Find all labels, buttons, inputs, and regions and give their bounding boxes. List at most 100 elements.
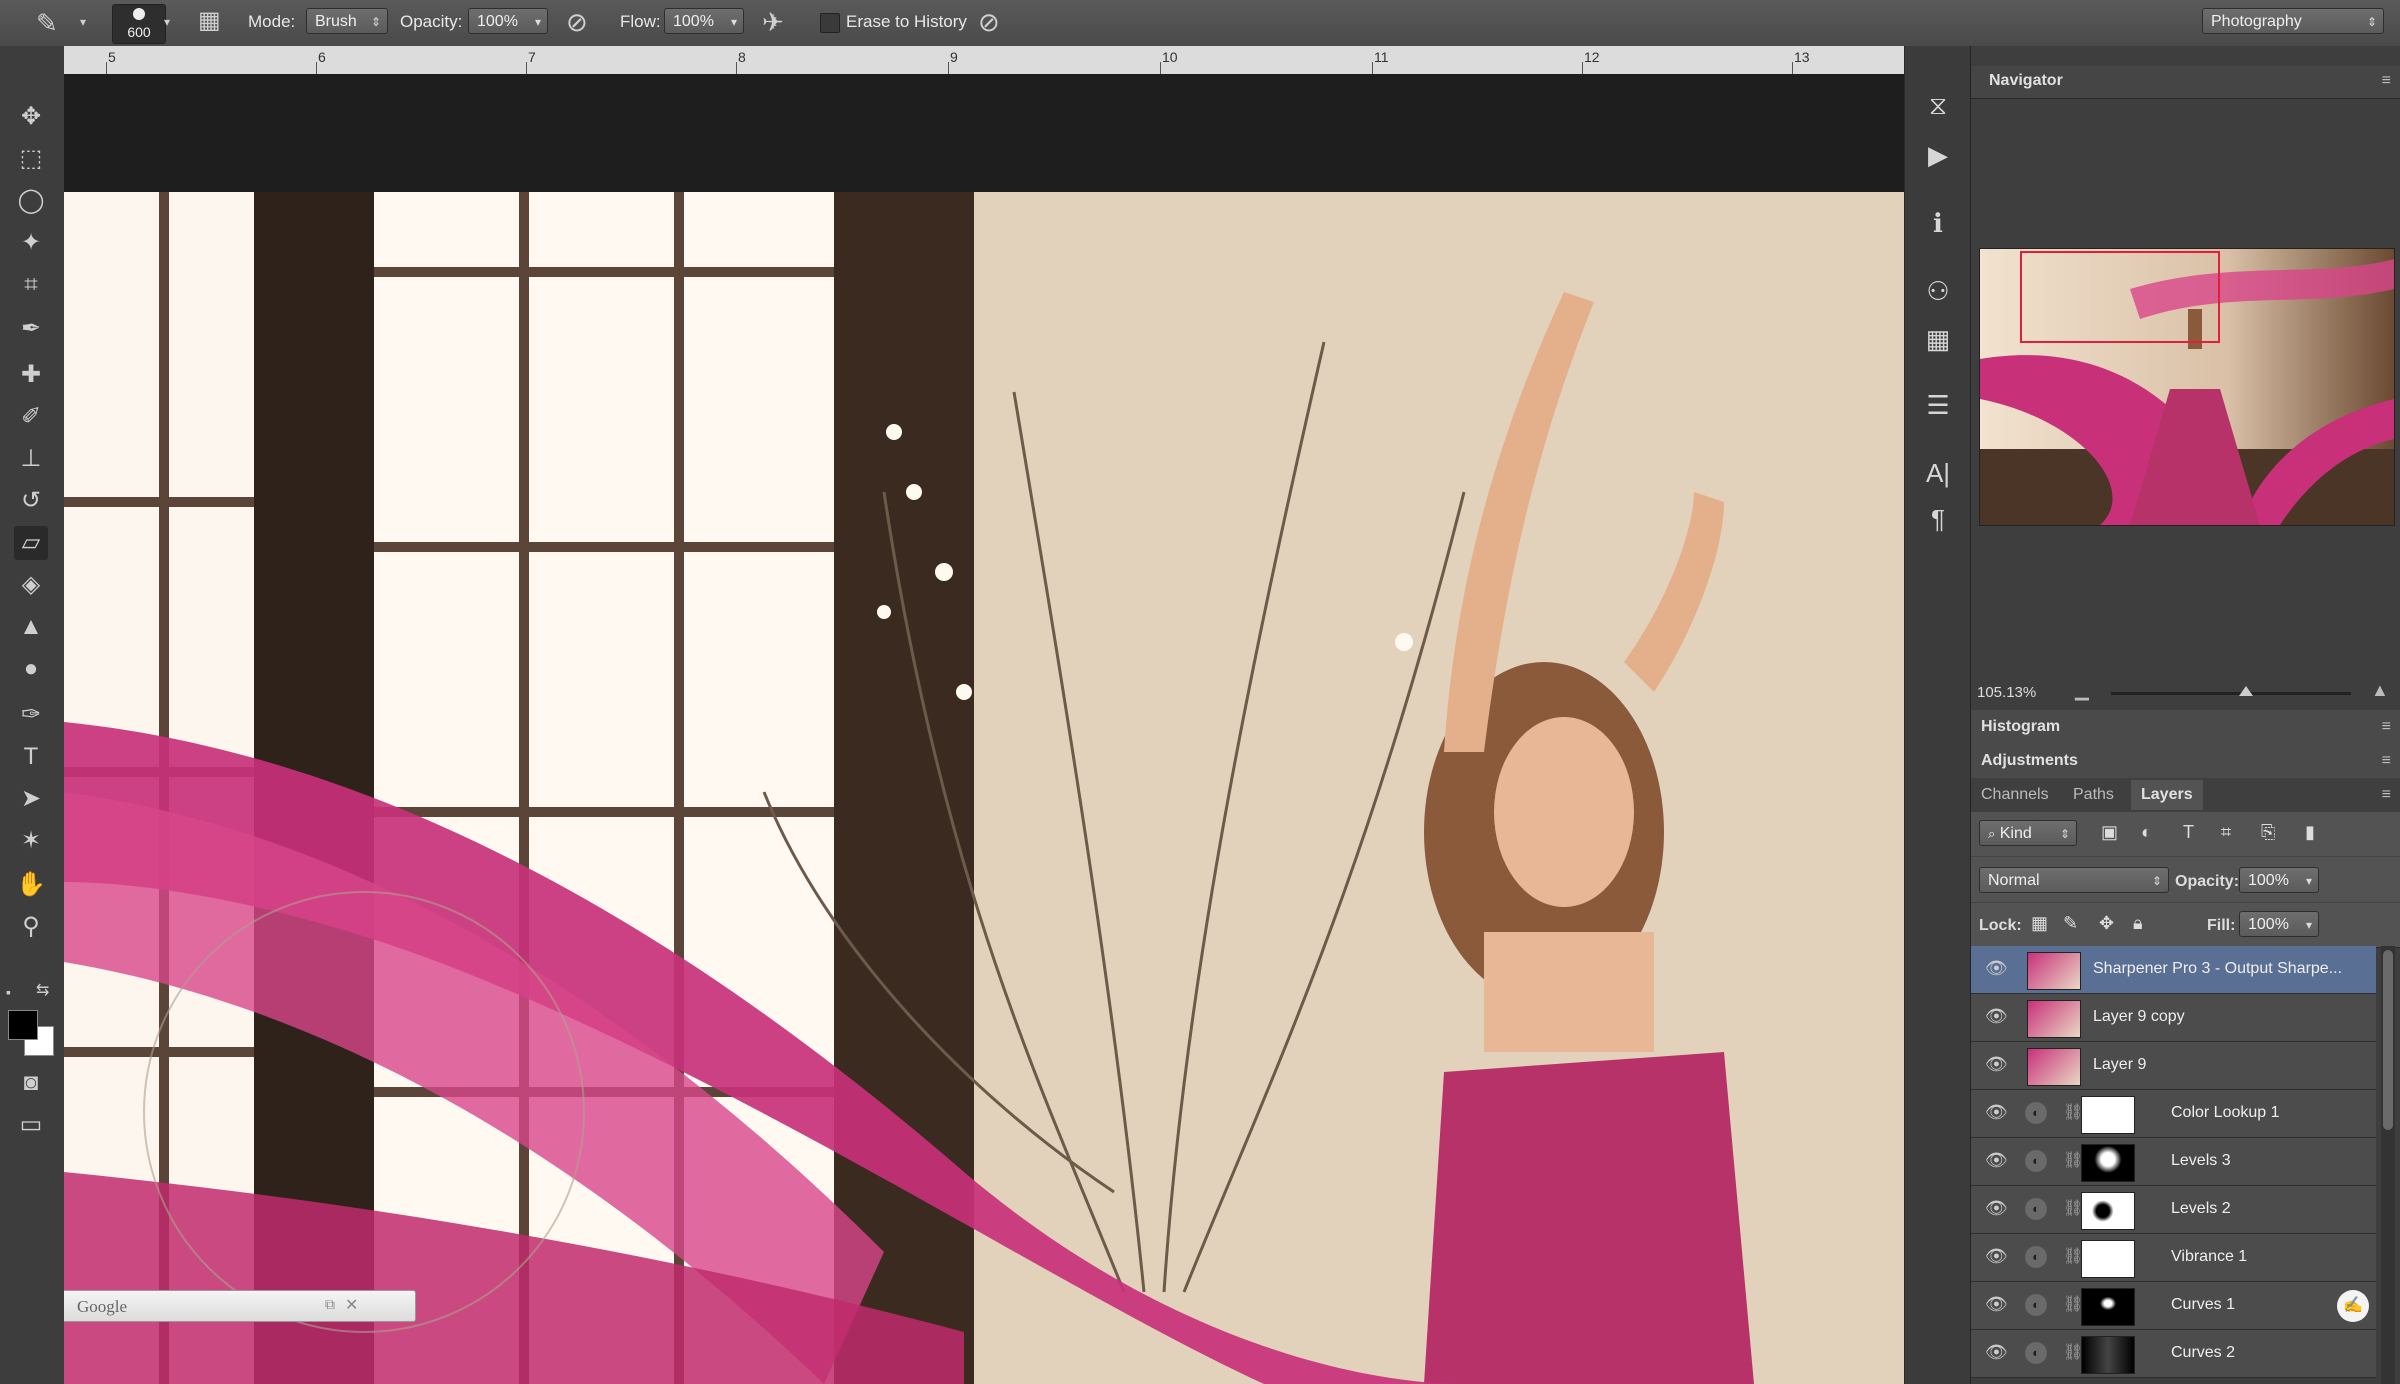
brush-size-picker[interactable]: 600 bbox=[112, 4, 166, 44]
visibility-eye-icon[interactable]: 👁︎ bbox=[1985, 1102, 2008, 1123]
navigator-zoom-value[interactable]: 105.13% bbox=[1977, 684, 2036, 701]
zoom-in-icon[interactable]: ▲ bbox=[2371, 680, 2389, 701]
quick-mask-icon[interactable]: ◙ bbox=[14, 1066, 48, 1100]
panel-menu-icon[interactable]: ≡ bbox=[2382, 718, 2391, 736]
layer-row[interactable]: 👁︎ ◐ ⛓︎ Curves 1 ✍ bbox=[1971, 1282, 2376, 1330]
filter-toggle-icon[interactable]: ▮ bbox=[2305, 822, 2315, 843]
resize-icon[interactable]: ⧉ bbox=[325, 1296, 335, 1313]
move-tool-icon[interactable]: ✥ bbox=[14, 100, 48, 134]
navigator-tab[interactable]: Navigator bbox=[1979, 66, 2073, 96]
default-colors-icon[interactable]: ▪ bbox=[6, 984, 11, 1000]
marquee-tool-icon[interactable]: ⬚ bbox=[14, 142, 48, 176]
brush-panel-toggle-icon[interactable]: ▦ bbox=[198, 9, 221, 33]
quick-selection-tool-icon[interactable]: ✦ bbox=[14, 226, 48, 260]
eyedropper-tool-icon[interactable]: ✒ bbox=[14, 312, 48, 346]
screen-mode-icon[interactable]: ▭ bbox=[14, 1108, 48, 1142]
zoom-slider[interactable] bbox=[2111, 686, 2351, 696]
navigator-view-box[interactable] bbox=[2020, 251, 2220, 343]
healing-brush-tool-icon[interactable]: ✚ bbox=[14, 358, 48, 392]
crop-tool-icon[interactable]: ⌗ bbox=[14, 268, 48, 302]
preset-dropdown-arrow-icon[interactable]: ▾ bbox=[80, 16, 86, 28]
actions-play-icon[interactable]: ▶ bbox=[1921, 138, 1955, 172]
hand-tool-icon[interactable]: ✋ bbox=[14, 868, 48, 902]
zoom-slider-handle[interactable] bbox=[2239, 686, 2253, 696]
tab-paths[interactable]: Paths bbox=[2063, 780, 2124, 810]
info-icon[interactable]: ℹ bbox=[1921, 206, 1955, 240]
foreground-color-swatch[interactable] bbox=[8, 1010, 38, 1040]
visibility-eye-icon[interactable]: 👁︎ bbox=[1985, 1054, 2008, 1075]
layers-scrollbar[interactable] bbox=[2381, 946, 2395, 1384]
clone-stamp-tool-icon[interactable]: ⊥ bbox=[14, 442, 48, 476]
lock-position-icon[interactable]: ✥ bbox=[2099, 913, 2114, 934]
lock-pixels-icon[interactable]: ✎ bbox=[2063, 913, 2078, 934]
brush-picker-arrow-icon[interactable]: ▾ bbox=[164, 16, 170, 28]
blend-mode-select[interactable]: Normal ⇕ bbox=[1979, 867, 2169, 893]
lock-all-icon[interactable]: 🔒︎ bbox=[2133, 913, 2143, 934]
custom-shape-tool-icon[interactable]: ✶ bbox=[14, 824, 48, 858]
type-tool-icon[interactable]: T bbox=[14, 740, 48, 774]
zoom-tool-icon[interactable]: ⚲ bbox=[14, 910, 48, 944]
google-search-bar[interactable]: Google ⧉ ✕ bbox=[64, 1290, 416, 1322]
history-panel-icon[interactable]: ⧖ bbox=[1921, 88, 1955, 122]
layer-row[interactable]: 👁︎ ◐ ⛓︎ Levels 3 bbox=[1971, 1138, 2376, 1186]
layer-row[interactable]: 👁︎ ◐ ⛓︎ Curves 2 bbox=[1971, 1330, 2376, 1378]
filter-kind-select[interactable]: ⌕ Kind ⇕ bbox=[1979, 820, 2077, 846]
filter-smart-object-icon[interactable]: ⎘ bbox=[2261, 822, 2275, 843]
dodge-tool-icon[interactable]: ● bbox=[14, 652, 48, 686]
visibility-eye-icon[interactable]: 👁︎ bbox=[1985, 1150, 2008, 1171]
visibility-eye-icon[interactable]: 👁︎ bbox=[1985, 958, 2008, 979]
visibility-eye-icon[interactable]: 👁︎ bbox=[1985, 1006, 2008, 1027]
flow-field[interactable]: 100% ▾ bbox=[664, 8, 744, 34]
layer-row[interactable]: 👁︎ ◐ ⛓︎ Levels 2 bbox=[1971, 1186, 2376, 1234]
layers-scrollbar-thumb[interactable] bbox=[2383, 950, 2393, 1130]
document-canvas[interactable]: Google ⧉ ✕ bbox=[64, 74, 1904, 1384]
fill-field[interactable]: 100% ▾ bbox=[2239, 911, 2319, 937]
path-selection-tool-icon[interactable]: ➤ bbox=[14, 782, 48, 816]
close-icon[interactable]: ✕ bbox=[345, 1295, 358, 1315]
tab-layers[interactable]: Layers bbox=[2131, 780, 2203, 810]
paragraph-panel-icon[interactable]: ¶ bbox=[1921, 502, 1955, 536]
layer-row[interactable]: 👁︎ ◐ ⛓︎ Vibrance 1 bbox=[1971, 1234, 2376, 1282]
airbrush-icon[interactable]: ✈ bbox=[762, 9, 784, 35]
lasso-tool-icon[interactable]: ◯ bbox=[14, 184, 48, 218]
pen-tool-icon[interactable]: ✑ bbox=[14, 698, 48, 732]
blur-tool-icon[interactable]: ▲ bbox=[14, 610, 48, 644]
visibility-eye-icon[interactable]: 👁︎ bbox=[1985, 1198, 2008, 1219]
zoom-out-icon[interactable]: ▁ bbox=[2075, 680, 2089, 701]
visibility-eye-icon[interactable]: 👁︎ bbox=[1985, 1342, 2008, 1363]
filter-pixel-icon[interactable]: ▣ bbox=[2101, 822, 2118, 843]
layer-row[interactable]: 👁︎ Layer 9 bbox=[1971, 1042, 2376, 1090]
adjustments-tab[interactable]: Adjustments bbox=[1971, 746, 2088, 776]
eraser-tool-preset-icon[interactable]: ✎ bbox=[36, 10, 58, 36]
filter-shape-icon[interactable]: ⌗ bbox=[2221, 822, 2231, 843]
layer-row-selected[interactable]: 👁︎ Sharpener Pro 3 - Output Sharpe... bbox=[1971, 946, 2376, 994]
3d-panel-icon[interactable]: ⚇ bbox=[1921, 274, 1955, 308]
pressure-opacity-icon[interactable]: ⊘ bbox=[566, 9, 588, 35]
erase-to-history-checkbox[interactable] bbox=[820, 13, 840, 33]
visibility-eye-icon[interactable]: 👁︎ bbox=[1985, 1294, 2008, 1315]
filter-type-icon[interactable]: T bbox=[2183, 822, 2194, 843]
layer-row[interactable]: 👁︎ Layer 9 copy bbox=[1971, 994, 2376, 1042]
brush-tool-icon[interactable]: ✐ bbox=[14, 400, 48, 434]
panel-menu-icon[interactable]: ≡ bbox=[2382, 752, 2391, 770]
histogram-tab[interactable]: Histogram bbox=[1971, 712, 2070, 742]
pressure-size-icon[interactable]: ⊘ bbox=[978, 9, 1000, 35]
character-panel-icon[interactable]: A| bbox=[1921, 456, 1955, 490]
filter-adjustment-icon[interactable]: ◐ bbox=[2141, 822, 2152, 843]
swap-colors-icon[interactable]: ⇆ bbox=[36, 980, 49, 1000]
workspace-switcher[interactable]: Photography ⇕ bbox=[2202, 8, 2384, 34]
layer-opacity-field[interactable]: 100% ▾ bbox=[2239, 867, 2319, 893]
properties-panel-icon[interactable]: ☰ bbox=[1921, 388, 1955, 422]
visibility-eye-icon[interactable]: 👁︎ bbox=[1985, 1246, 2008, 1267]
navigator-thumbnail[interactable] bbox=[1979, 248, 2395, 526]
opacity-field[interactable]: 100% ▾ bbox=[468, 8, 548, 34]
layer-row[interactable]: 👁︎ ◐ ⛓︎ Color Lookup 1 bbox=[1971, 1090, 2376, 1138]
photo-canvas-image[interactable] bbox=[64, 192, 1904, 1384]
tab-channels[interactable]: Channels bbox=[1971, 780, 2059, 810]
eraser-tool-icon[interactable]: ▱ bbox=[14, 526, 48, 560]
history-brush-tool-icon[interactable]: ↺ bbox=[14, 484, 48, 518]
lock-transparency-icon[interactable]: ▦ bbox=[2031, 913, 2048, 934]
panel-menu-icon[interactable]: ≡ bbox=[2382, 72, 2391, 90]
swatches-grid-icon[interactable]: ▦ bbox=[1921, 322, 1955, 356]
panel-menu-icon[interactable]: ≡ bbox=[2382, 786, 2391, 804]
